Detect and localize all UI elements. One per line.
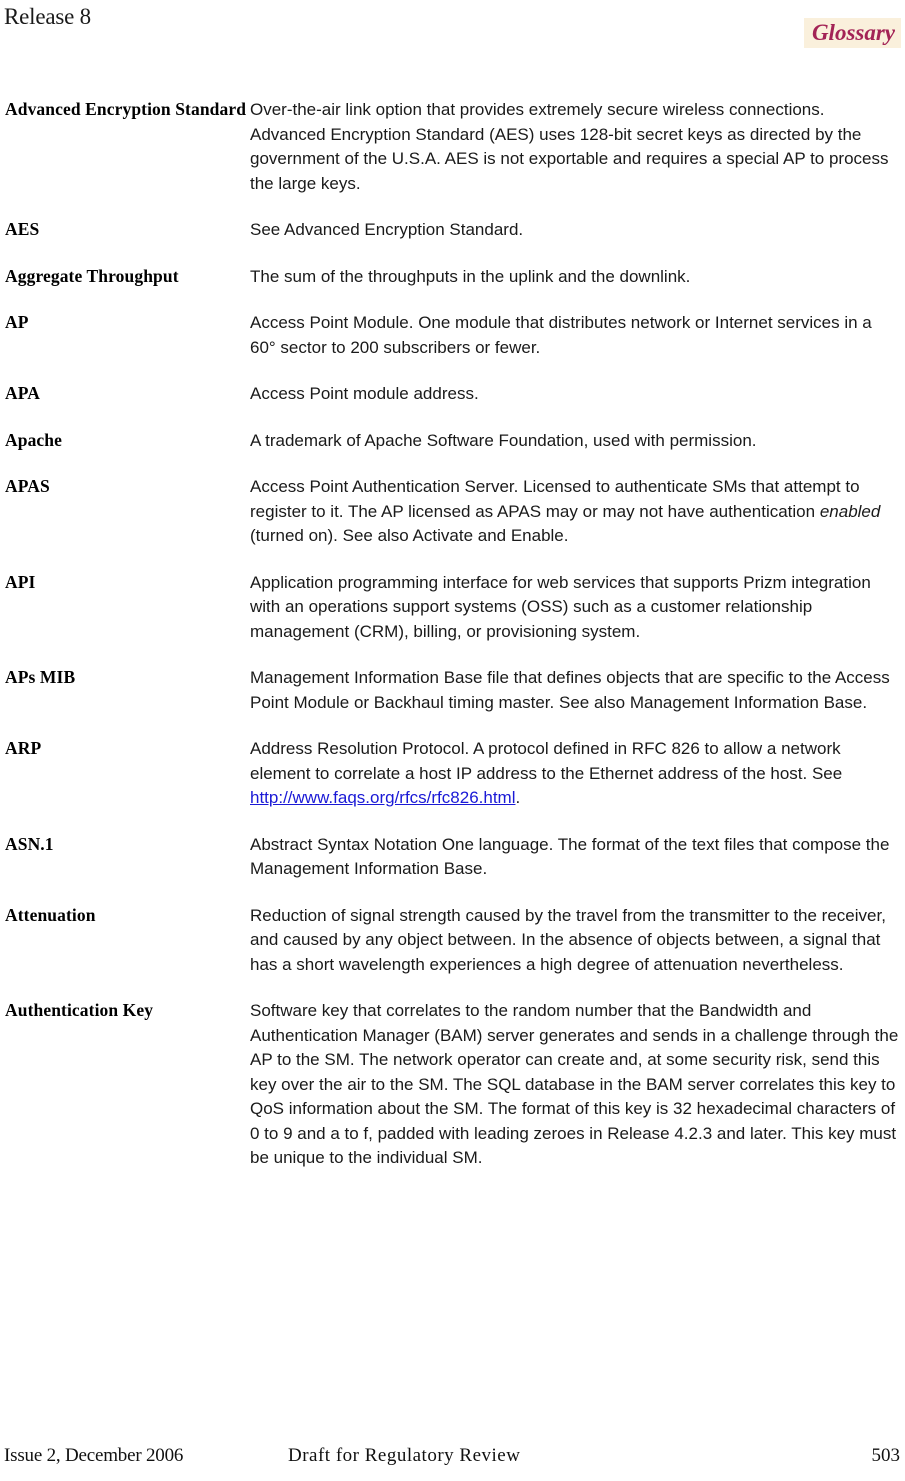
glossary-entry: API Application programming interface for… bbox=[0, 571, 905, 645]
definition-text: A trademark of Apache Software Foundatio… bbox=[250, 430, 757, 450]
definition-text: Application programming interface for we… bbox=[250, 572, 871, 641]
glossary-term: AES bbox=[5, 219, 40, 239]
glossary-term: AP bbox=[5, 312, 29, 332]
definition-text: Abstract Syntax Notation One language. T… bbox=[250, 834, 890, 879]
definition-text: Access Point Authentication Server. Lice… bbox=[250, 477, 860, 521]
glossary-definition: Reduction of signal strength caused by t… bbox=[250, 904, 905, 978]
glossary-entry: APAS Access Point Authentication Server. … bbox=[0, 475, 905, 549]
glossary-term: Advanced Encryption Standard bbox=[5, 99, 247, 119]
glossary-term: Aggregate Throughput bbox=[5, 265, 179, 286]
glossary-definition: Over-the-air link option that provides e… bbox=[250, 98, 905, 196]
definition-text: Access Point module address. bbox=[250, 384, 479, 403]
glossary-definition: Application programming interface for we… bbox=[250, 571, 905, 645]
glossary-entry: ASN.1 Abstract Syntax Notation One langua… bbox=[0, 833, 905, 882]
definition-text: Access Point Module. One module that dis… bbox=[250, 313, 872, 357]
glossary-entry: Apache A trademark of Apache Software Fou… bbox=[0, 429, 905, 454]
glossary-entry: APs MIB Management Information Base file … bbox=[0, 666, 905, 715]
glossary-term: APAS bbox=[5, 476, 50, 496]
glossary-entry: Advanced Encryption Standard Over-the-air… bbox=[0, 98, 905, 196]
glossary-term: Authentication Key bbox=[5, 1000, 154, 1020]
definition-text: Management Information Base file that de… bbox=[250, 668, 890, 712]
glossary-entry: Attenuation Reduction of signal strength … bbox=[0, 904, 905, 978]
glossary-definition: A trademark of Apache Software Foundatio… bbox=[250, 429, 905, 454]
glossary-definition: Access Point Module. One module that dis… bbox=[250, 311, 905, 360]
definition-text: Reduction of signal strength caused by t… bbox=[250, 905, 886, 974]
glossary-term: API bbox=[5, 571, 36, 592]
definition-text: The sum of the throughputs in the uplink… bbox=[250, 266, 691, 286]
definition-text: (turned on). See also Activate and Enabl… bbox=[250, 526, 569, 545]
glossary-entry-list: Advanced Encryption Standard Over-the-air… bbox=[0, 98, 905, 1193]
glossary-definition: Access Point Authentication Server. Lice… bbox=[250, 475, 905, 549]
definition-text: Address Resolution Protocol. A protocol … bbox=[250, 739, 843, 783]
header-release-label: Release 8 bbox=[4, 4, 91, 29]
glossary-definition: Abstract Syntax Notation One language. T… bbox=[250, 833, 905, 882]
glossary-entry: APA Access Point module address. bbox=[0, 382, 905, 407]
footer-page-number: 503 bbox=[871, 1445, 901, 1466]
page-header: Release 8 Glossary bbox=[0, 0, 905, 62]
glossary-term: Apache bbox=[5, 429, 62, 450]
footer-document-status: Draft for Regulatory Review bbox=[288, 1445, 521, 1466]
glossary-term: Attenuation bbox=[5, 904, 96, 925]
header-chapter-title: Glossary bbox=[803, 18, 901, 48]
glossary-definition: The sum of the throughputs in the uplink… bbox=[250, 265, 905, 290]
page-footer: Issue 2, December 2006 Draft for Regulat… bbox=[0, 1423, 905, 1481]
external-link[interactable]: http://www.faqs.org/rfcs/rfc826.html bbox=[250, 788, 515, 807]
glossary-entry: Aggregate Throughput The sum of the throu… bbox=[0, 265, 905, 290]
glossary-entry: AP Access Point Module. One module that d… bbox=[0, 311, 905, 360]
glossary-term: ASN.1 bbox=[5, 833, 54, 854]
definition-text: Software key that correlates to the rand… bbox=[250, 1001, 899, 1167]
glossary-term: APA bbox=[5, 383, 40, 403]
definition-text: Over-the-air link option that provides e… bbox=[250, 100, 889, 193]
glossary-definition: Access Point module address. bbox=[250, 382, 905, 407]
glossary-entry: Authentication Key Software key that corr… bbox=[0, 999, 905, 1171]
definition-text: . bbox=[515, 788, 521, 807]
glossary-term: ARP bbox=[5, 738, 42, 758]
footer-issue-date: Issue 2, December 2006 bbox=[4, 1445, 184, 1466]
glossary-definition: Management Information Base file that de… bbox=[250, 666, 905, 715]
glossary-definition: Address Resolution Protocol. A protocol … bbox=[250, 737, 905, 811]
emphasized-term: enabled bbox=[819, 501, 881, 521]
definition-text: See Advanced Encryption Standard. bbox=[250, 220, 524, 239]
glossary-entry: ARP Address Resolution Protocol. A protoc… bbox=[0, 737, 905, 811]
glossary-definition: See Advanced Encryption Standard. bbox=[250, 218, 905, 243]
glossary-definition: Software key that correlates to the rand… bbox=[250, 999, 905, 1171]
glossary-entry: AES See Advanced Encryption Standard. bbox=[0, 218, 905, 243]
glossary-term: APs MIB bbox=[5, 667, 76, 687]
